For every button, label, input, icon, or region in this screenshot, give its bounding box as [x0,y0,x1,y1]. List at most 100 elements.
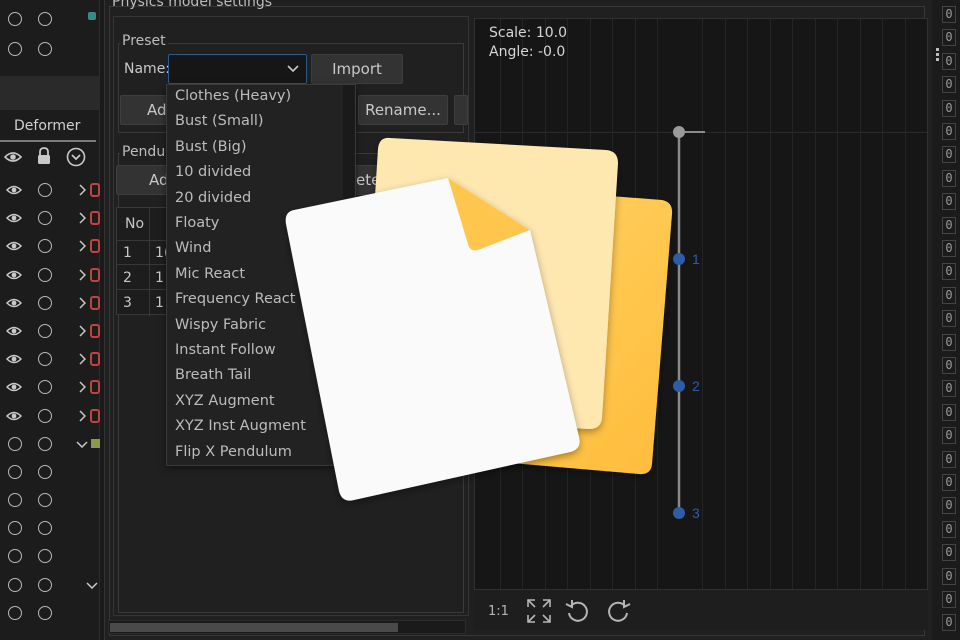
dropdown-option[interactable]: Flip X Pendulum [175,444,292,460]
lock-icon[interactable] [37,147,51,165]
dropdown-option[interactable]: Frequency React [175,291,295,307]
lock-toggle[interactable] [38,577,52,592]
eye-icon[interactable] [6,212,22,224]
eye-icon[interactable] [4,150,22,164]
tree-row[interactable] [0,402,100,430]
tree-row[interactable] [0,542,100,570]
eye-icon[interactable] [6,240,22,252]
ratio-button[interactable]: 1:1 [488,604,509,619]
lock-toggle[interactable] [38,12,52,26]
parameter-value[interactable]: 0 [942,99,956,117]
parameter-value[interactable]: 0 [942,52,956,70]
kebab-menu-icon[interactable] [936,48,939,62]
parameter-value[interactable]: 0 [942,310,956,328]
parameter-value[interactable]: 0 [942,193,956,211]
parameter-value[interactable]: 0 [942,380,956,398]
parameter-value[interactable]: 0 [942,29,956,47]
dropdown-option[interactable]: Mic React [175,266,245,282]
dropdown-option[interactable]: Clothes (Heavy) [175,88,291,104]
chevron-down-icon[interactable] [86,581,98,589]
parameter-value[interactable]: 0 [942,497,956,515]
lock-toggle[interactable] [38,323,52,338]
chevron-right-icon[interactable] [78,381,86,393]
parameter-value[interactable]: 0 [942,544,956,562]
parameter-value[interactable]: 0 [942,76,956,94]
parameter-value[interactable]: 0 [942,520,956,538]
lock-toggle[interactable] [38,42,52,56]
dropdown-option[interactable]: Floaty [175,215,219,231]
tree-row[interactable] [0,204,100,232]
eye-icon[interactable] [6,184,22,196]
parameter-value[interactable]: 0 [942,591,956,608]
tree-row[interactable] [0,458,100,486]
rename-button[interactable]: Rename... [358,95,448,125]
lock-toggle[interactable] [38,211,52,226]
lock-toggle[interactable] [38,183,52,197]
dropdown-option[interactable]: Wind [175,240,211,256]
horizontal-scrollbar[interactable] [108,620,466,634]
tree-row[interactable] [0,289,100,317]
tree-row[interactable] [0,176,100,204]
lock-toggle[interactable] [38,352,52,367]
rotate-right-icon[interactable] [606,598,632,624]
tree-row[interactable] [0,571,100,599]
eye-icon[interactable] [6,410,22,422]
chevron-right-icon[interactable] [78,240,86,252]
visibility-toggle[interactable] [8,521,22,536]
parameter-value[interactable]: 0 [942,474,956,491]
dropdown-option[interactable]: XYZ Augment [175,393,275,409]
parameter-value[interactable]: 0 [942,6,956,23]
chevron-right-icon[interactable] [78,325,86,337]
fit-screen-icon[interactable] [526,598,552,624]
visibility-toggle[interactable] [8,493,22,508]
parameter-value[interactable]: 0 [942,333,956,351]
parameter-value[interactable]: 0 [942,240,956,257]
dropdown-option[interactable]: Wispy Fabric [175,317,266,333]
lock-toggle[interactable] [38,267,52,282]
eye-icon[interactable] [6,325,22,337]
lock-toggle[interactable] [38,605,52,620]
dropdown-option[interactable]: 20 divided [175,190,251,206]
parameter-value[interactable]: 0 [942,614,956,632]
visibility-toggle[interactable] [8,605,22,620]
tree-row[interactable] [0,232,100,260]
tab-deformer[interactable]: Deformer [0,114,100,142]
visibility-toggle[interactable] [8,42,22,56]
lock-toggle[interactable] [38,239,52,254]
preset-name-select[interactable] [168,54,307,84]
eye-icon[interactable] [6,381,22,393]
import-button[interactable]: Import [311,54,403,84]
parameter-value[interactable]: 0 [942,286,956,304]
parameter-value[interactable]: 0 [942,427,956,445]
tree-row[interactable] [0,261,100,289]
tree-row[interactable] [0,317,100,345]
parameter-value[interactable]: 0 [942,216,956,234]
tree-row[interactable] [0,373,100,401]
parameter-value[interactable]: 0 [942,146,956,164]
eye-icon[interactable] [6,269,22,281]
dropdown-option[interactable]: Breath Tail [175,367,251,383]
rotate-left-icon[interactable] [564,598,590,624]
parameter-value[interactable]: 0 [942,357,956,374]
chevron-right-icon[interactable] [78,297,86,309]
scrollbar-thumb[interactable] [110,623,398,632]
dropdown-option[interactable]: Bust (Small) [175,113,264,129]
visibility-toggle[interactable] [8,464,22,479]
dropdown-option[interactable]: Instant Follow [175,342,276,358]
lock-toggle[interactable] [38,380,52,395]
visibility-toggle[interactable] [8,436,22,451]
visibility-toggle[interactable] [8,549,22,564]
parameter-value[interactable]: 0 [942,169,956,187]
parameter-value[interactable]: 0 [942,450,956,468]
lock-toggle[interactable] [38,295,52,310]
chevron-right-icon[interactable] [78,269,86,281]
chevron-down-circle-icon[interactable] [66,147,86,167]
tree-row[interactable] [0,599,100,627]
tree-row[interactable] [0,486,100,514]
chevron-right-icon[interactable] [78,409,86,422]
chevron-down-icon[interactable] [76,440,88,448]
lock-toggle[interactable] [38,436,52,451]
lock-toggle[interactable] [38,464,52,479]
tree-row[interactable] [0,514,100,542]
parameter-value[interactable]: 0 [942,567,956,585]
